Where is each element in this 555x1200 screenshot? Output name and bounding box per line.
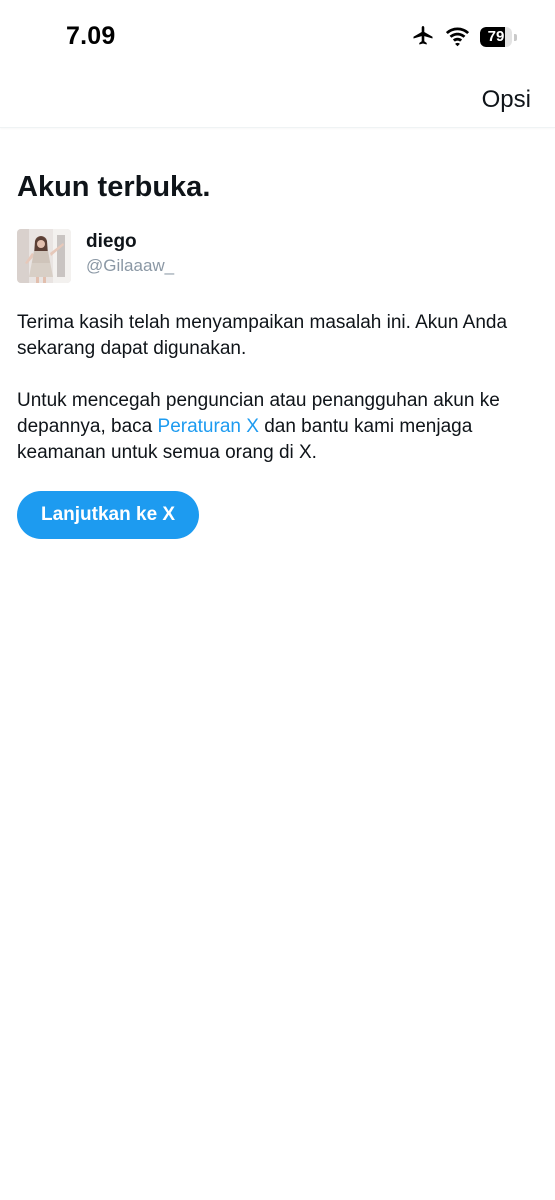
avatar — [17, 229, 71, 283]
battery-level: 79 — [487, 28, 505, 45]
airplane-icon — [411, 25, 435, 49]
status-icons: 79 — [411, 24, 517, 50]
status-bar: 7.09 79 — [0, 0, 555, 70]
options-button[interactable]: Opsi — [482, 86, 531, 114]
main-content: Akun terbuka. diego @Gilaaaw_ Terima kas… — [17, 128, 537, 539]
nav-bar: Opsi — [0, 70, 555, 128]
account-info: diego @Gilaaaw_ — [86, 230, 174, 278]
continue-button[interactable]: Lanjutkan ke X — [17, 491, 200, 539]
page-title: Akun terbuka. — [17, 171, 211, 203]
username: @Gilaaaw_ — [86, 256, 175, 275]
wifi-icon — [445, 27, 470, 47]
account-card: diego @Gilaaaw_ — [17, 229, 537, 283]
confirmation-text: Terima kasih telah menyampaikan masalah … — [17, 312, 508, 359]
rules-link[interactable]: Peraturan X — [158, 416, 259, 437]
battery-icon: 79 — [480, 26, 517, 48]
rules-notice: Untuk mencegah penguncian atau penangguh… — [17, 388, 537, 466]
status-time: 7.09 — [66, 22, 116, 50]
display-name: diego — [86, 231, 137, 252]
